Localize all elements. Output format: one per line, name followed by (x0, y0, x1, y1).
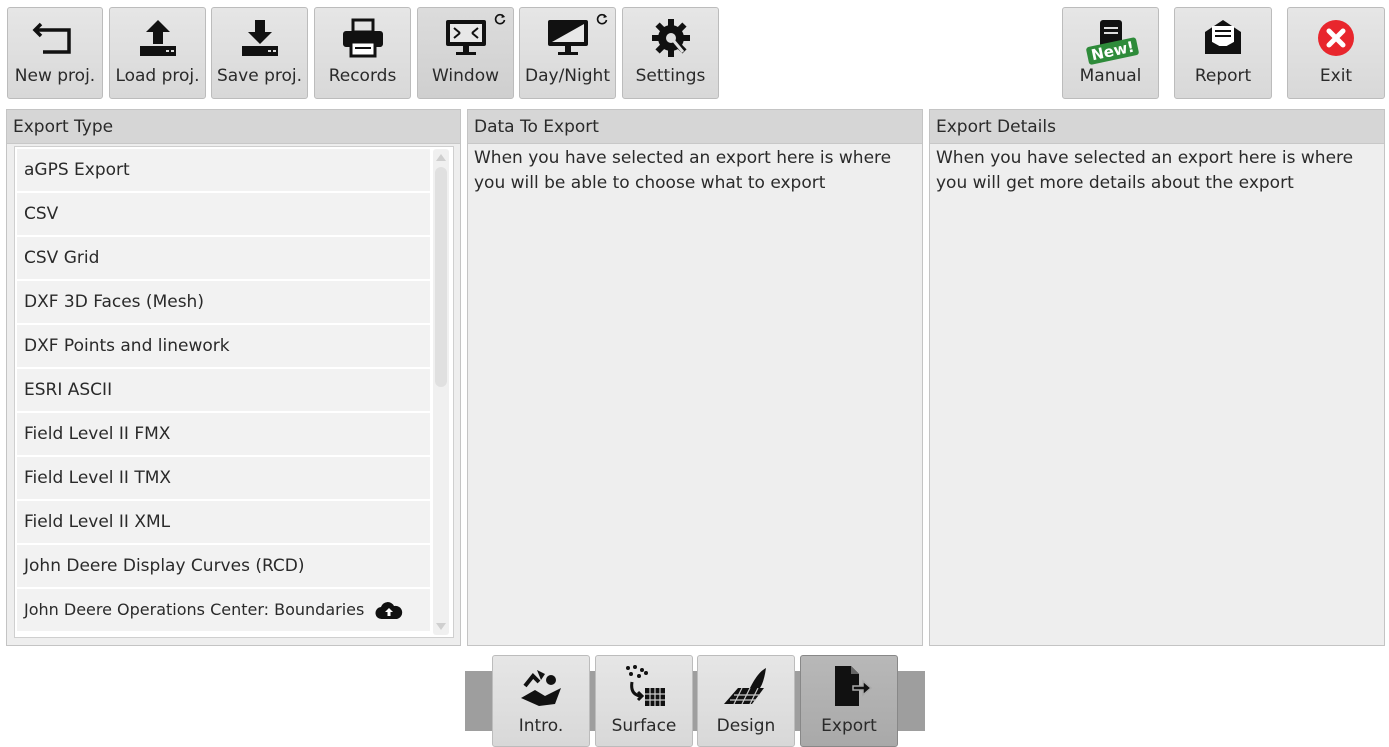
intro-map-icon (521, 670, 561, 706)
window-label: Window (431, 66, 500, 86)
list-item-label: CSV Grid (24, 248, 100, 268)
list-item[interactable]: CSV (17, 193, 430, 235)
list-item[interactable]: CSV Grid (17, 237, 430, 279)
load-project-label: Load proj. (115, 66, 200, 86)
list-item-label: aGPS Export (24, 160, 130, 180)
exit-button[interactable]: Exit (1287, 7, 1385, 99)
tab-design[interactable]: Design (697, 655, 795, 747)
save-project-label: Save proj. (216, 66, 303, 86)
design-field-icon (724, 668, 766, 705)
tab-design-label: Design (716, 716, 776, 736)
list-item-label: Field Level II XML (24, 512, 171, 532)
close-circle-icon (1318, 20, 1354, 56)
manual-button[interactable]: New! Manual (1062, 7, 1159, 99)
export-details-header: Export Details (930, 110, 1384, 144)
upload-icon (139, 20, 176, 56)
list-item-label: DXF 3D Faces (Mesh) (24, 292, 204, 312)
new-project-label: New proj. (14, 66, 96, 86)
records-button[interactable]: Records (314, 7, 411, 99)
list-item[interactable]: ESRI ASCII (17, 369, 430, 411)
scroll-up-arrow-icon[interactable] (436, 154, 446, 161)
tab-surface-label: Surface (611, 716, 677, 736)
refresh-icon (596, 13, 608, 25)
records-label: Records (328, 66, 397, 86)
list-item[interactable]: DXF 3D Faces (Mesh) (17, 281, 430, 323)
export-type-list[interactable]: aGPS Export CSV CSV Grid DXF 3D Faces (M… (14, 146, 454, 638)
exit-label: Exit (1319, 66, 1353, 86)
surface-grid-icon (626, 665, 665, 706)
day-night-label: Day/Night (525, 66, 610, 86)
report-label: Report (1194, 66, 1252, 86)
scrollbar-thumb[interactable] (435, 167, 447, 387)
list-item[interactable]: Field Level II FMX (17, 413, 430, 455)
tab-intro[interactable]: Intro. (492, 655, 590, 747)
gear-wrench-icon (651, 19, 690, 57)
export-details-description: When you have selected an export here is… (936, 148, 1354, 193)
list-item-label: Field Level II TMX (24, 468, 172, 488)
manual-label: Manual (1079, 66, 1142, 86)
settings-label: Settings (635, 66, 706, 86)
list-item[interactable]: John Deere Display Curves (RCD) (17, 545, 430, 587)
list-item[interactable]: John Deere Operations Center: Boundaries (17, 589, 430, 631)
cloud-upload-icon (375, 601, 403, 619)
list-item-label: DXF Points and linework (24, 336, 230, 356)
day-night-button[interactable]: Day/Night (519, 7, 616, 99)
data-to-export-panel: Data To Export When you have selected an… (467, 109, 923, 646)
list-item-label: John Deere Operations Center: Boundaries (24, 600, 365, 619)
refresh-icon (494, 13, 506, 25)
list-scrollbar[interactable] (433, 149, 449, 635)
list-item-label: ESRI ASCII (24, 380, 113, 400)
tab-export-label: Export (821, 716, 877, 736)
settings-button[interactable]: Settings (622, 7, 719, 99)
printer-icon (342, 18, 383, 58)
tab-intro-label: Intro. (518, 716, 564, 736)
download-icon (241, 20, 278, 56)
export-details-panel: Export Details When you have selected an… (929, 109, 1385, 646)
undo-arrow-icon (32, 22, 71, 54)
data-to-export-description: When you have selected an export here is… (474, 148, 892, 193)
list-item[interactable]: aGPS Export (17, 149, 430, 191)
list-item-label: Field Level II FMX (24, 424, 171, 444)
list-item[interactable]: DXF Points and linework (17, 325, 430, 367)
new-project-button[interactable]: New proj. (7, 7, 103, 99)
report-envelope-icon (1205, 20, 1241, 54)
window-button[interactable]: Window (417, 7, 514, 99)
export-type-panel: Export Type aGPS Export CSV CSV Grid DXF… (6, 109, 461, 646)
export-type-header: Export Type (7, 110, 460, 144)
report-button[interactable]: Report (1174, 7, 1272, 99)
load-project-button[interactable]: Load proj. (109, 7, 206, 99)
list-item[interactable]: Field Level II XML (17, 501, 430, 543)
tab-export[interactable]: Export (800, 655, 898, 747)
list-item-label: CSV (24, 204, 59, 224)
scroll-down-arrow-icon[interactable] (436, 623, 446, 630)
save-project-button[interactable]: Save proj. (211, 7, 308, 99)
day-night-monitor-icon (547, 20, 588, 55)
monitor-window-icon (445, 20, 486, 55)
tab-surface[interactable]: Surface (595, 655, 693, 747)
list-item[interactable]: Field Level II TMX (17, 457, 430, 499)
file-export-icon (835, 666, 873, 706)
list-item-label: John Deere Display Curves (RCD) (24, 556, 305, 576)
data-to-export-header: Data To Export (468, 110, 922, 144)
